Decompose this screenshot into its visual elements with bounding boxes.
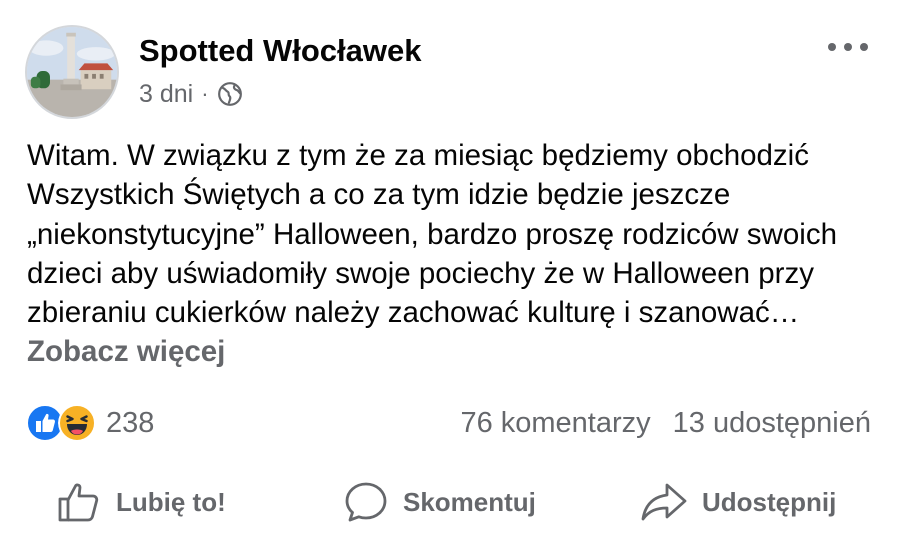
like-label: Lubię to! (116, 486, 226, 517)
more-dot-icon (828, 43, 836, 51)
more-dot-icon (860, 43, 868, 51)
reactions-summary[interactable]: 238 (26, 403, 154, 443)
comments-count-link[interactable]: 76 komentarzy (460, 407, 650, 440)
avatar-monument-photo (27, 27, 117, 117)
shares-count-link[interactable]: 13 udostępnień (673, 407, 871, 440)
share-arrow-icon (641, 483, 687, 521)
haha-reaction-icon (58, 404, 96, 442)
comment-label: Skomentuj (403, 486, 536, 517)
page-name[interactable]: Spotted Włocławek (139, 33, 421, 69)
post-meta: 3 dni · (139, 79, 243, 109)
globe-icon[interactable] (217, 81, 243, 107)
reaction-count: 238 (106, 406, 155, 439)
page-avatar[interactable] (25, 25, 119, 119)
post-ellipsis: … (769, 296, 800, 330)
meta-separator: · (201, 81, 209, 106)
comment-bubble-icon (345, 482, 387, 522)
comment-button[interactable]: Skomentuj (343, 472, 536, 532)
action-bar: Lubię to! Skomentuj Udostępnij (0, 472, 900, 532)
post-text: Witam. W związku z tym że za miesiąc będ… (27, 136, 877, 372)
more-dot-icon (844, 43, 852, 51)
post-stats: 76 komentarzy 13 udostępnień (460, 403, 871, 443)
like-button[interactable]: Lubię to! (56, 472, 226, 532)
more-options-button[interactable] (828, 36, 868, 58)
share-button[interactable]: Udostępnij (640, 472, 836, 532)
post-body: Witam. W związku z tym że za miesiąc będ… (27, 139, 837, 330)
thumbs-up-icon (58, 483, 99, 522)
post-timestamp[interactable]: 3 dni (139, 80, 193, 109)
see-more-link[interactable]: Zobacz więcej (27, 335, 225, 368)
share-label: Udostępnij (702, 486, 837, 517)
